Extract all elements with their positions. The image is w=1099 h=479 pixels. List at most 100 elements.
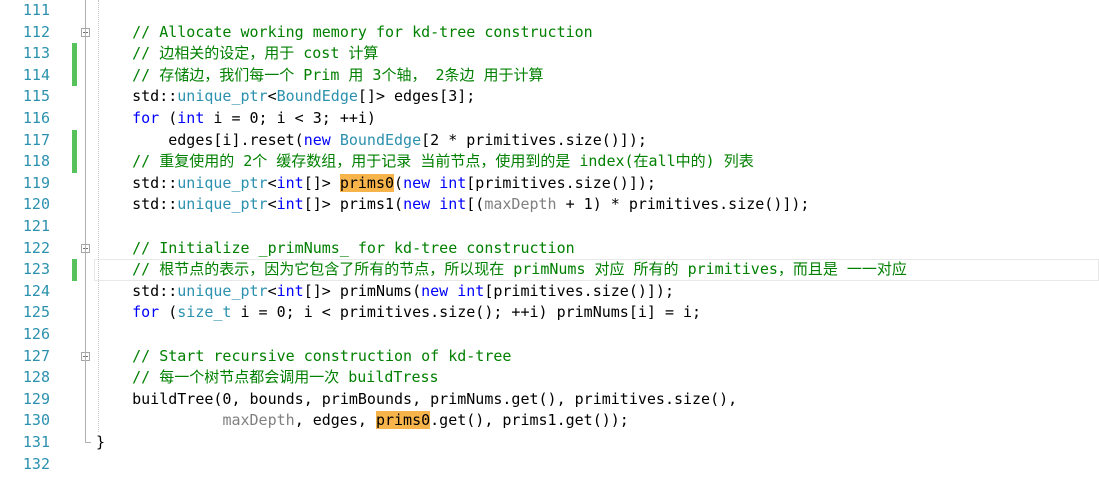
code-token: // Start recursive construction of kd-tr… [132,346,512,365]
code-token: ( [159,303,178,322]
change-marker [72,259,77,281]
code-line: // 每一个树节点都会调用一次 buildTress [96,367,439,389]
code-line: buildTree(0, bounds, primBounds, primNum… [96,389,737,411]
code-line: // 重复使用的 2个 缓存数组，用于记录 当前节点，使用到的是 index(在… [96,151,754,173]
code-token: new [403,173,431,192]
code-line: } [96,432,105,454]
code-token: int [177,109,205,127]
code-token: int [276,195,304,214]
code-token: // 存储边，我们每一个 Prim 用 3个轴， 2条边 用于计算 [132,65,544,84]
code-token: std:: [96,87,178,106]
code-token: // Allocate working memory for kd-tree c… [132,22,593,41]
code-line: edges[i].reset(new BoundEdge[2 * primiti… [96,130,647,152]
line-number: 114 [22,65,50,84]
code-token: int [439,173,467,192]
code-editor[interactable]: 111 112 113 114 115 116 117 118 119 120 121 122 123 1… [0,0,1099,479]
code-token: size_t [177,303,232,322]
line-number: 121 [22,217,50,235]
code-token: maxDepth [222,411,295,430]
code-token: // 边相关的设定，用于 cost 计算 [132,44,379,63]
line-number: 118 [22,152,50,171]
code-token: unique_ptr [177,87,268,106]
code-line: for (size_t i = 0; i < primitives.size()… [96,302,701,324]
line-number: 112 [22,22,50,41]
code-token: new [303,130,331,149]
line-number: 120 [22,195,50,214]
line-number: 125 [22,303,50,322]
code-token: // Initialize _primNums_ for kd-tree con… [132,238,575,257]
fold-guide-line [85,0,86,442]
code-line: std::unique_ptr<int[]> prims0(new int[pr… [96,173,656,195]
line-number: 123 [22,260,50,279]
code-token: } [96,433,106,451]
highlighted-token: prims0 [375,411,431,430]
code-token: + 1) * primitives.size()]); [556,195,810,214]
line-number: 132 [22,454,50,473]
code-token: BoundEdge [276,87,358,106]
code-token: < [267,281,277,300]
code-token: i = 0; i < primitives.size(); ++i) primN… [231,303,702,322]
code-token: < [267,195,277,214]
code-line: // Start recursive construction of kd-tr… [96,346,511,368]
line-number: 113 [22,44,50,63]
code-line: // 存储边，我们每一个 Prim 用 3个轴， 2条边 用于计算 [96,65,544,87]
code-token: unique_ptr [177,173,268,192]
code-token: new [421,281,449,300]
code-token: unique_ptr [177,281,268,300]
code-token: [primitives.size()]); [466,173,656,192]
change-marker [72,64,77,87]
code-token: buildTree(0, bounds, primBounds, primNum… [96,389,738,408]
code-token: std:: [96,281,178,300]
code-token: // 重复使用的 2个 缓存数组，用于记录 当前节点，使用到的是 index(在… [132,152,754,171]
code-token: for [132,109,160,127]
code-line: // 边相关的设定，用于 cost 计算 [96,43,378,65]
line-number: 131 [22,433,50,451]
line-number: 130 [22,411,50,430]
code-token: new [403,195,431,214]
line-number-gutter: 111 112 113 114 115 116 117 118 119 120 121 122 123 1… [0,0,60,479]
code-token: std:: [96,195,178,214]
code-token: edges[i].reset( [96,130,304,149]
line-number: 127 [22,346,50,365]
code-token: []> primNums( [303,281,422,300]
code-token: std:: [96,173,178,192]
code-token: ( [394,173,404,192]
code-token: < [267,87,277,106]
code-token: // 根节点的表示，因为它包含了所有的节点，所以现在 primNums 对应 所… [132,260,907,279]
code-line: std::unique_ptr<int[]> primNums(new int[… [96,281,674,303]
code-token: // 每一个树节点都会调用一次 buildTress [132,368,439,387]
line-number: 128 [22,368,50,387]
code-token: .get(), prims1.get()); [430,411,629,430]
line-number: 119 [22,173,50,192]
line-number: 111 [22,1,50,19]
code-token: < [267,173,277,192]
code-token: ( [159,109,178,127]
code-token: unique_ptr [177,195,268,214]
code-token: int [276,173,304,192]
code-token: i = 0; i < 3; ++i) [204,109,376,127]
code-token: [2 * primitives.size()]); [421,130,647,149]
code-line: for (int i = 0; i < 3; ++i) [96,108,376,130]
code-token: int [276,281,304,300]
line-number: 115 [22,87,50,106]
fold-end-mark [85,442,91,443]
code-token: maxDepth [484,195,557,214]
code-line: // Allocate working memory for kd-tree c… [96,22,593,44]
change-marker [72,129,77,152]
code-line: maxDepth, edges, prims0.get(), prims1.ge… [96,410,629,432]
line-number: 116 [22,109,50,127]
line-number: 122 [22,238,50,257]
code-token: []> [303,173,340,192]
code-line: std::unique_ptr<int[]> prims1(new int[(m… [96,194,809,216]
